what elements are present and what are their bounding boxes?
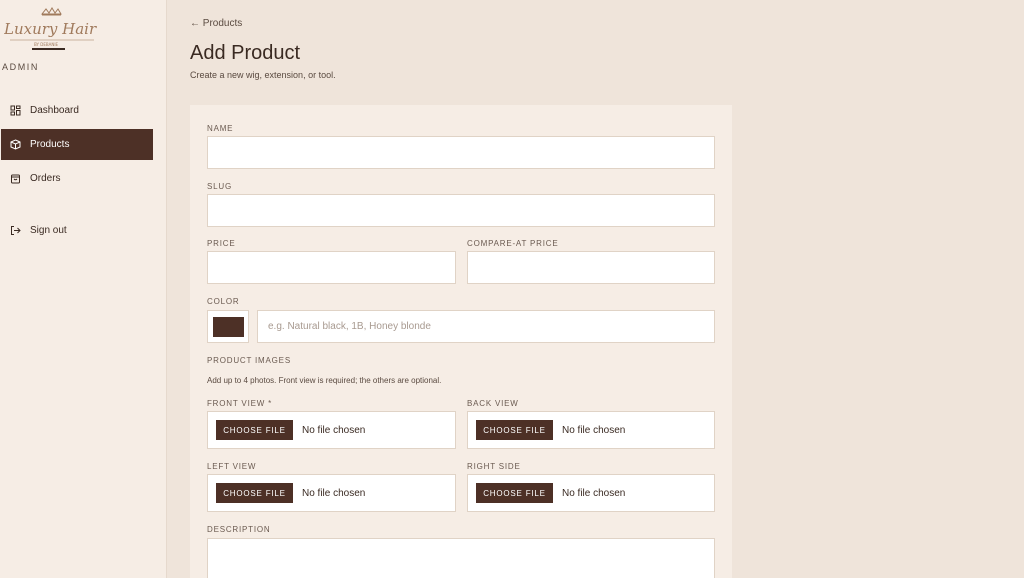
sign-out-button[interactable]: Sign out xyxy=(1,215,153,246)
name-input[interactable] xyxy=(207,136,715,169)
main-content: ← Products Add Product Create a new wig,… xyxy=(167,0,1024,578)
compare-price-input[interactable] xyxy=(467,251,715,284)
back-to-products-link[interactable]: ← Products xyxy=(190,18,242,29)
front-view-file-input[interactable]: CHOOSE FILE No file chosen xyxy=(207,411,456,449)
front-view-label: FRONT VIEW * xyxy=(207,399,273,408)
back-view-file-input[interactable]: CHOOSE FILE No file chosen xyxy=(467,411,715,449)
brand-logo[interactable]: Luxury Hair BY DEBANIE xyxy=(4,6,104,54)
box-icon xyxy=(10,139,21,150)
description-label: DESCRIPTION xyxy=(207,525,271,534)
sidebar: Luxury Hair BY DEBANIE ADMIN Dashboard P… xyxy=(0,0,167,578)
svg-text:BY DEBANIE: BY DEBANIE xyxy=(34,42,59,47)
choose-file-button[interactable]: CHOOSE FILE xyxy=(216,420,293,440)
sidebar-item-label: Products xyxy=(30,139,70,150)
sign-out-label: Sign out xyxy=(30,225,67,236)
sign-out-icon xyxy=(10,225,21,236)
color-name-input[interactable] xyxy=(257,310,715,343)
compare-price-label: COMPARE-AT PRICE xyxy=(467,239,559,248)
slug-input[interactable] xyxy=(207,194,715,227)
left-view-label: LEFT VIEW xyxy=(207,462,257,471)
price-input[interactable] xyxy=(207,251,456,284)
bag-icon xyxy=(10,173,21,184)
file-status: No file chosen xyxy=(562,487,626,499)
right-side-file-input[interactable]: CHOOSE FILE No file chosen xyxy=(467,474,715,512)
page-title: Add Product xyxy=(190,42,301,64)
left-view-file-input[interactable]: CHOOSE FILE No file chosen xyxy=(207,474,456,512)
color-label: COLOR xyxy=(207,297,240,306)
sidebar-item-dashboard[interactable]: Dashboard xyxy=(1,95,153,126)
back-view-label: BACK VIEW xyxy=(467,399,519,408)
choose-file-button[interactable]: CHOOSE FILE xyxy=(216,483,293,503)
color-picker[interactable] xyxy=(207,310,249,343)
sidebar-item-label: Orders xyxy=(30,173,61,184)
name-label: NAME xyxy=(207,124,234,133)
choose-file-button[interactable]: CHOOSE FILE xyxy=(476,420,553,440)
description-textarea[interactable] xyxy=(207,538,715,578)
grid-icon xyxy=(10,105,21,116)
product-images-help: Add up to 4 photos. Front view is requir… xyxy=(207,376,442,385)
sidebar-item-products[interactable]: Products xyxy=(1,129,153,160)
page-subtitle: Create a new wig, extension, or tool. xyxy=(190,70,336,80)
price-label: PRICE xyxy=(207,239,236,248)
sidebar-item-label: Dashboard xyxy=(30,105,79,116)
right-side-label: RIGHT SIDE xyxy=(467,462,521,471)
product-images-label: PRODUCT IMAGES xyxy=(207,356,291,365)
file-status: No file chosen xyxy=(302,424,366,436)
color-swatch xyxy=(212,316,244,337)
admin-label: ADMIN xyxy=(2,62,39,72)
sidebar-item-orders[interactable]: Orders xyxy=(1,163,153,194)
file-status: No file chosen xyxy=(562,424,626,436)
file-status: No file chosen xyxy=(302,487,366,499)
slug-label: SLUG xyxy=(207,182,232,191)
choose-file-button[interactable]: CHOOSE FILE xyxy=(476,483,553,503)
svg-text:Luxury Hair: Luxury Hair xyxy=(4,20,97,38)
product-form: NAME SLUG PRICE COMPARE-AT PRICE COLOR P… xyxy=(190,105,732,578)
